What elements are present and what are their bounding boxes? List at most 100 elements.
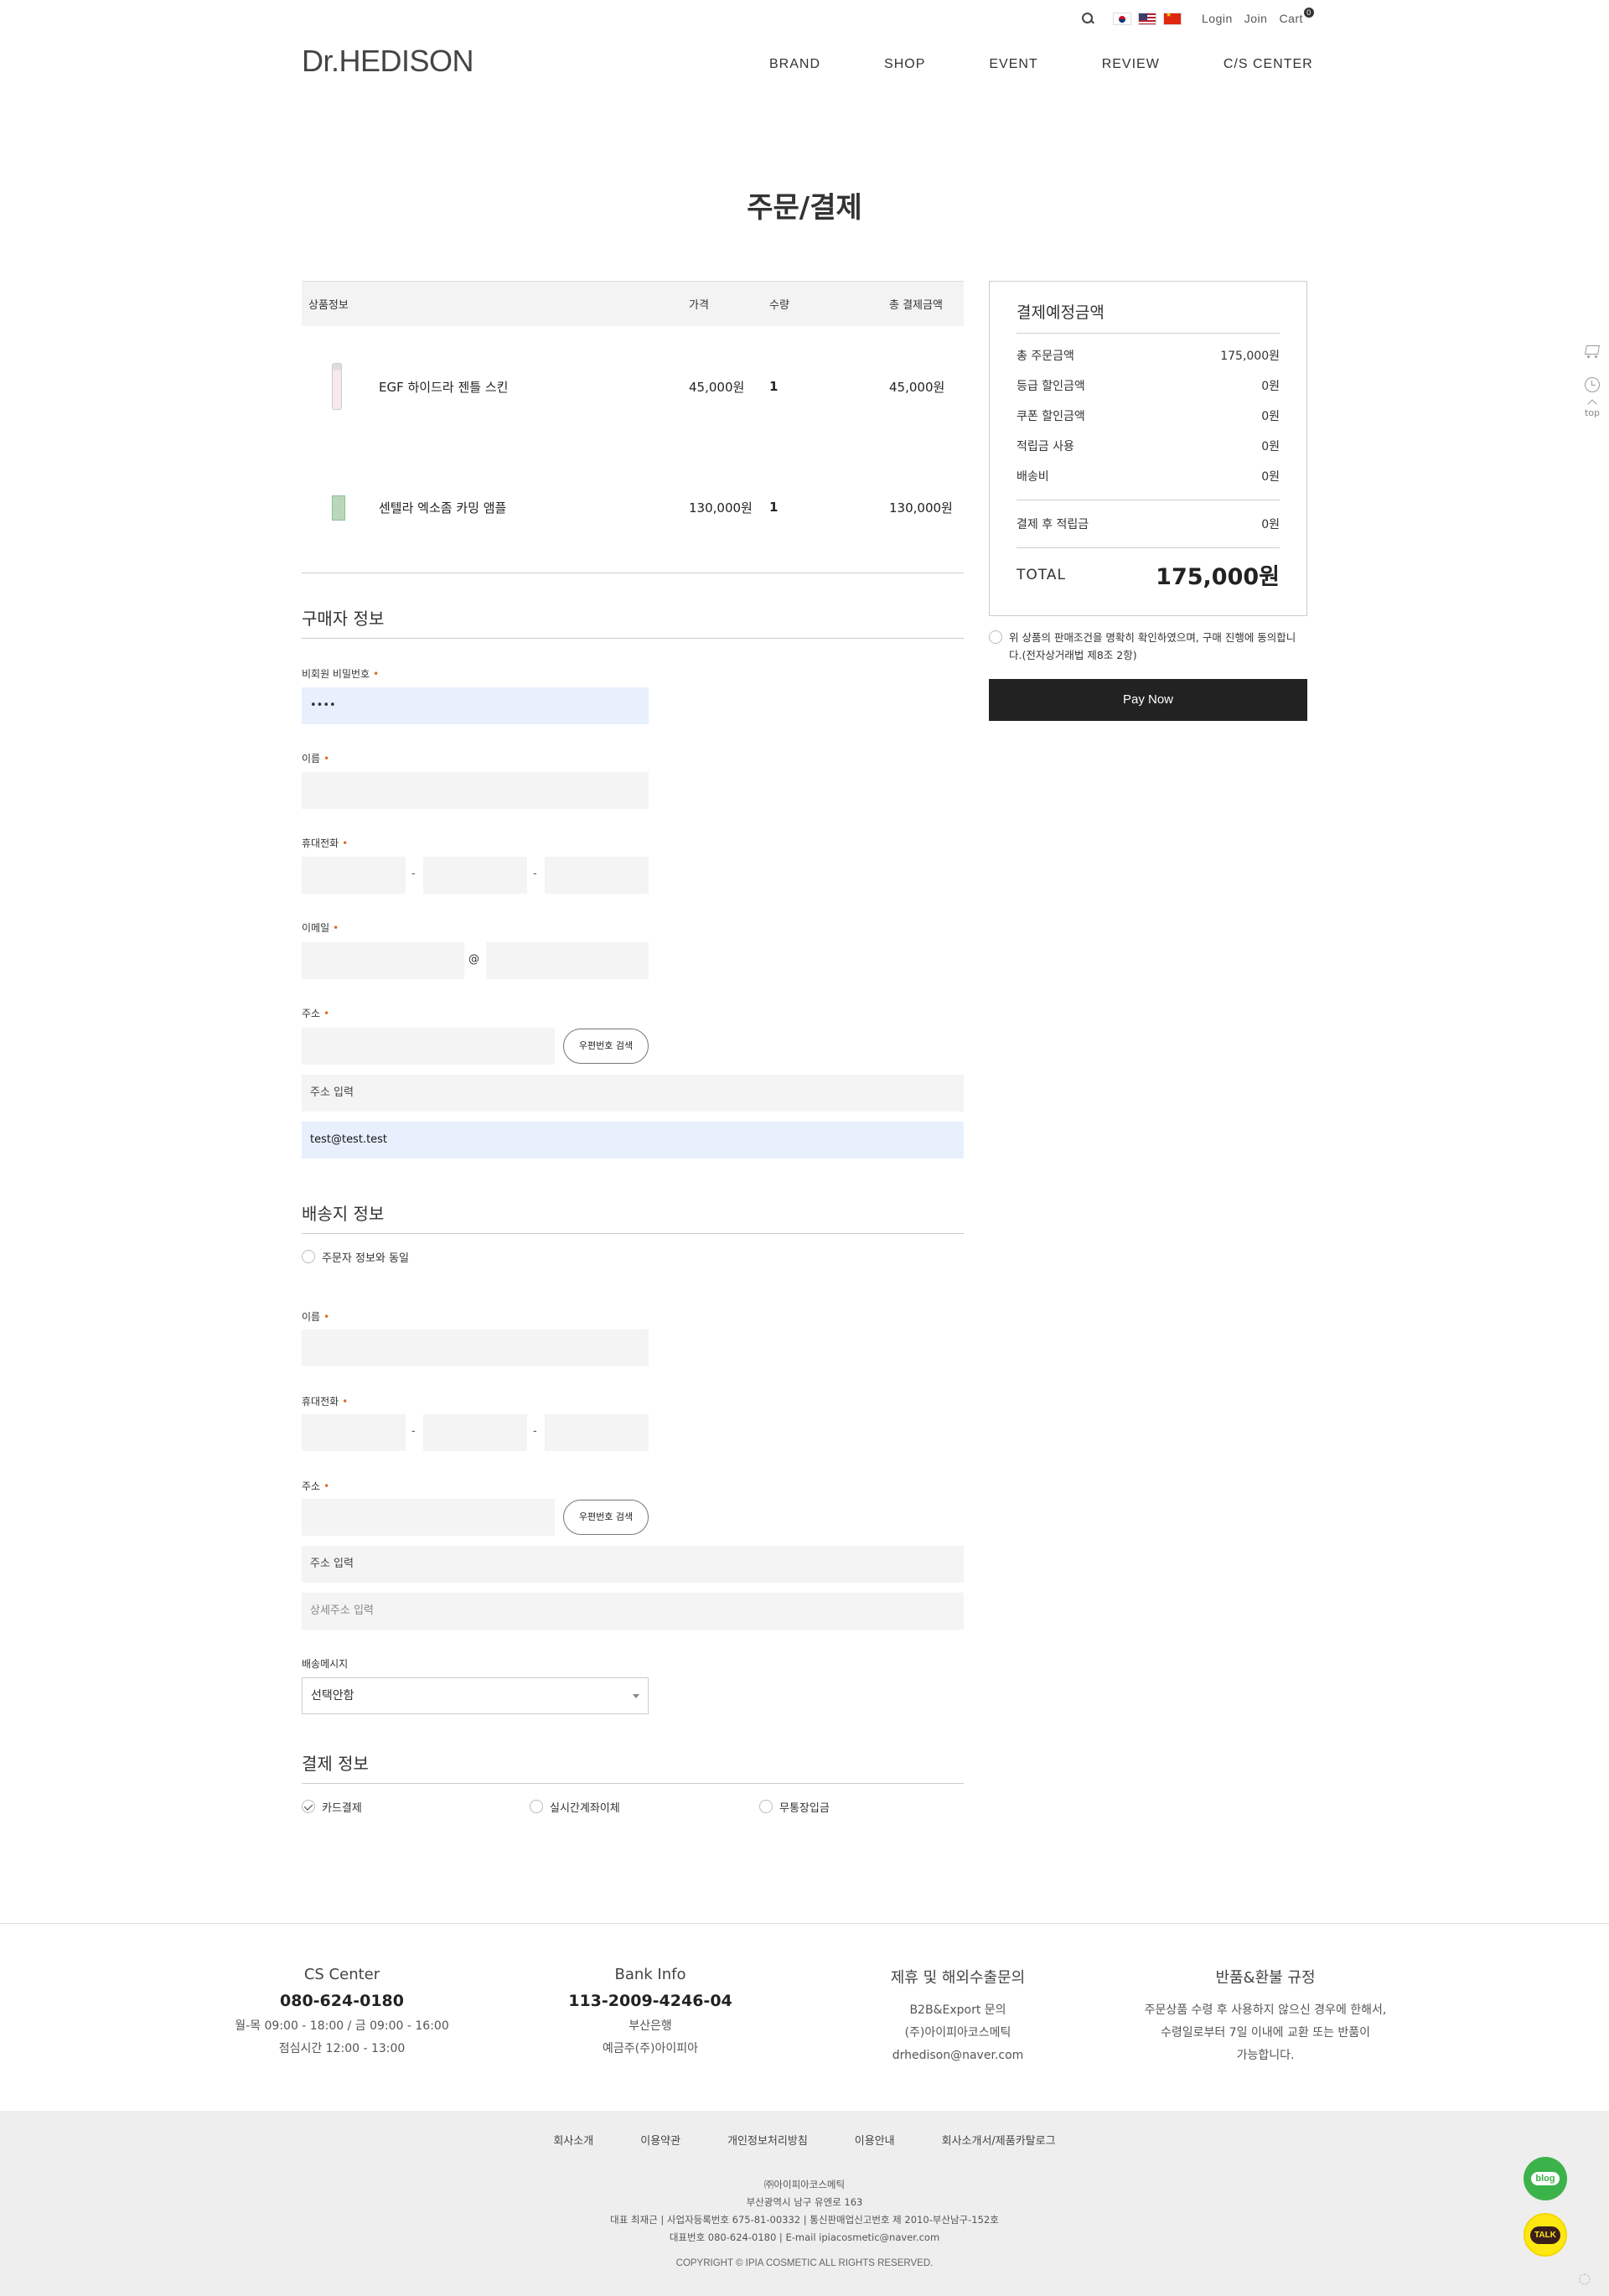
- ship-phone-input-3[interactable]: [545, 1414, 649, 1451]
- pay-now-button[interactable]: Pay Now: [989, 679, 1307, 721]
- ship-phone-label: 휴대전화 •: [302, 1394, 348, 1408]
- chevron-down-icon: [633, 1694, 639, 1698]
- product-qty: 1: [769, 500, 779, 515]
- nav-brand[interactable]: BRAND: [769, 57, 820, 72]
- ship-address-detail-input[interactable]: 상세주소 입력: [302, 1593, 964, 1630]
- phone-dash: -: [411, 1425, 416, 1438]
- product-thumbnail[interactable]: [332, 363, 342, 410]
- required-mark: •: [333, 922, 339, 934]
- footer-link-privacy[interactable]: 개인정보처리방침: [727, 2132, 808, 2148]
- points-label: 결제 후 적립금: [1017, 518, 1089, 531]
- korean-flag-icon[interactable]: [1113, 12, 1131, 25]
- zipcode-input[interactable]: [302, 1028, 555, 1065]
- bank-title: Bank Info: [614, 1966, 686, 1983]
- ship-zipcode-search-button[interactable]: 우편번호 검색: [563, 1500, 649, 1535]
- payment-transfer-radio[interactable]: [530, 1800, 543, 1813]
- payment-deposit-radio[interactable]: [759, 1800, 773, 1813]
- cart-icon[interactable]: [1583, 344, 1601, 359]
- ship-address-label-text: 주소: [302, 1480, 321, 1492]
- purchase-agreement[interactable]: 위 상품의 판매조건을 명확히 확인하였으며, 구매 진행에 동의합니다.(전자…: [989, 629, 1307, 664]
- footer-nav: 회사소개 이용약관 개인정보처리방침 이용안내 회사소개서/제품카탈로그: [0, 2132, 1609, 2148]
- cart-link[interactable]: Cart 0: [1279, 8, 1314, 25]
- nav-shop[interactable]: SHOP: [884, 57, 925, 72]
- ship-phone-label-text: 휴대전화: [302, 1396, 339, 1407]
- phone-dash: -: [411, 868, 416, 880]
- address-label-text: 주소: [302, 1008, 321, 1019]
- kakao-talk-button[interactable]: TALK: [1524, 2213, 1567, 2257]
- email-domain-input[interactable]: [486, 942, 649, 979]
- payment-transfer-label[interactable]: 실시간계좌이체: [550, 1799, 620, 1815]
- required-mark: •: [342, 1396, 349, 1407]
- product-thumbnail[interactable]: [332, 495, 345, 521]
- logo[interactable]: Dr.HEDISON: [302, 44, 474, 79]
- main-nav: BRAND SHOP EVENT REVIEW C/S CENTER: [769, 57, 1313, 72]
- summary-row: 적립금 사용 0원: [1017, 431, 1280, 461]
- required-mark: •: [323, 753, 330, 764]
- zipcode-search-button[interactable]: 우편번호 검색: [563, 1029, 649, 1064]
- table-row: EGF 하이드라 젠틀 스킨 45,000원 1 45,000원: [302, 326, 964, 447]
- nav-review[interactable]: REVIEW: [1102, 57, 1160, 72]
- phone-input-3[interactable]: [545, 857, 649, 894]
- required-mark: •: [323, 1311, 330, 1323]
- china-flag-icon[interactable]: [1163, 12, 1182, 25]
- required-mark: •: [323, 1008, 330, 1019]
- product-name[interactable]: EGF 하이드라 젠틀 스킨: [379, 378, 508, 396]
- scroll-top-button[interactable]: top: [1575, 399, 1609, 418]
- address-detail-input[interactable]: test@test.test: [302, 1122, 964, 1158]
- bank-holder: 예금주(주)아이피아: [603, 2042, 698, 2055]
- email-id-input[interactable]: [302, 942, 464, 979]
- agreement-radio[interactable]: [989, 630, 1002, 644]
- buyer-section-title: 구매자 정보: [302, 605, 964, 639]
- footer-link-catalog[interactable]: 회사소개서/제품카탈로그: [942, 2132, 1056, 2148]
- cs-phone: 080-624-0180: [280, 1992, 404, 2010]
- ship-phone-input-2[interactable]: [423, 1414, 527, 1451]
- product-price: 130,000원: [689, 500, 753, 516]
- blog-button[interactable]: blog: [1524, 2157, 1567, 2200]
- table-header: 상품정보 가격 수량 총 결제금액: [302, 281, 964, 326]
- name-label-text: 이름: [302, 753, 321, 764]
- name-input[interactable]: [302, 772, 649, 809]
- settings-icon[interactable]: [1579, 2273, 1591, 2285]
- col-qty: 수량: [769, 299, 789, 312]
- company-contact: 대표번호 080-624-0180 | E-mail ipiacosmetic@…: [669, 2231, 940, 2243]
- login-link[interactable]: Login: [1202, 12, 1233, 25]
- ship-phone-input-1[interactable]: [302, 1414, 406, 1451]
- delivery-message-label: 배송메시지: [302, 1658, 349, 1670]
- same-as-buyer-label[interactable]: 주문자 정보와 동일: [322, 1249, 409, 1265]
- recent-history-icon[interactable]: [1585, 377, 1600, 392]
- footer-link-terms[interactable]: 이용약관: [640, 2132, 680, 2148]
- shipping-section-title: 배송지 정보: [302, 1200, 964, 1234]
- address-input[interactable]: 주소 입력: [302, 1075, 964, 1112]
- ship-address-label: 주소 •: [302, 1479, 329, 1493]
- order-items-table: 상품정보 가격 수량 총 결제금액 EGF 하이드라 젠틀 스킨 45,000원…: [302, 281, 964, 573]
- password-label-text: 비회원 비밀번호: [302, 668, 370, 680]
- ship-name-input[interactable]: [302, 1329, 649, 1366]
- password-input[interactable]: ••••: [302, 687, 649, 724]
- refund-line: 수령일로부터 7일 이내에 교환 또는 반품이: [1160, 2026, 1371, 2039]
- product-name[interactable]: 센텔라 엑소좀 카밍 앰플: [379, 499, 506, 516]
- product-total: 130,000원: [889, 500, 953, 516]
- phone-input-1[interactable]: [302, 857, 406, 894]
- join-link[interactable]: Join: [1244, 12, 1268, 25]
- ship-zipcode-input[interactable]: [302, 1499, 555, 1536]
- col-product: 상품정보: [308, 299, 349, 312]
- us-flag-icon[interactable]: [1138, 12, 1156, 25]
- blog-label: blog: [1531, 2172, 1560, 2185]
- footer-link-guide[interactable]: 이용안내: [855, 2132, 895, 2148]
- phone-input-2[interactable]: [423, 857, 527, 894]
- summary-label: 배송비: [1017, 470, 1049, 484]
- delivery-message-select[interactable]: 선택안함: [302, 1677, 649, 1714]
- company-name: ㈜아이피아코스메틱: [763, 2179, 846, 2190]
- nav-cs-center[interactable]: C/S CENTER: [1224, 57, 1313, 72]
- product-price: 45,000원: [689, 379, 745, 395]
- payment-card-label[interactable]: 카드결제: [322, 1799, 362, 1815]
- partner-email[interactable]: drhedison@naver.com: [815, 2045, 1100, 2067]
- bank-name: 부산은행: [629, 2019, 672, 2033]
- nav-event[interactable]: EVENT: [989, 57, 1037, 72]
- search-icon[interactable]: [1081, 12, 1094, 25]
- ship-address-input[interactable]: 주소 입력: [302, 1546, 964, 1583]
- payment-card-radio[interactable]: [302, 1800, 315, 1813]
- footer-link-about[interactable]: 회사소개: [553, 2132, 593, 2148]
- same-as-buyer-radio[interactable]: [302, 1250, 315, 1263]
- payment-deposit-label[interactable]: 무통장입금: [779, 1799, 830, 1815]
